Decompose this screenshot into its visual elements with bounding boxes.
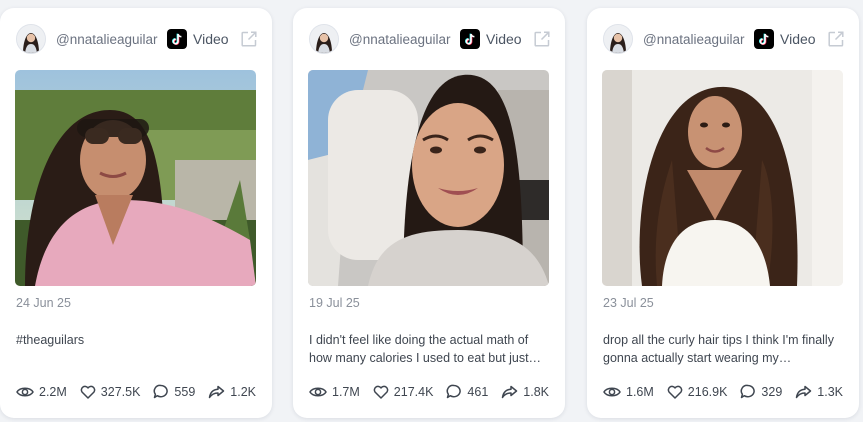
heart-icon [373, 385, 389, 399]
content-card-list: @nnatalieaguilar Video 24 Jun 25 #theagu… [0, 0, 863, 422]
engagement-stats: 2.2M 327.5K 559 1.2K [16, 384, 256, 399]
tiktok-icon [167, 29, 187, 49]
shares-count: 1.3K [817, 384, 843, 399]
comments-stat: 461 [446, 384, 488, 399]
shares-count: 1.8K [523, 384, 549, 399]
heart-icon [667, 385, 683, 399]
share-icon [502, 385, 518, 398]
comments-stat: 329 [740, 384, 782, 399]
comment-icon [154, 384, 169, 399]
video-thumbnail[interactable] [308, 70, 549, 286]
post-caption: drop all the curly hair tips I think I'm… [603, 333, 834, 365]
likes-stat: 327.5K [80, 384, 141, 399]
shares-stat: 1.2K [208, 385, 256, 399]
likes-count: 327.5K [100, 384, 141, 399]
views-stat: 1.7M [309, 385, 360, 399]
comments-count: 329 [761, 384, 783, 399]
card-header: @nnatalieaguilar Video [309, 24, 551, 54]
engagement-stats: 1.7M 217.4K 461 1.8K [309, 384, 549, 399]
content-type-label: Video [486, 31, 522, 47]
share-icon [796, 385, 812, 398]
avatar[interactable] [16, 24, 46, 54]
eye-icon [309, 387, 327, 396]
video-thumbnail[interactable] [602, 70, 843, 286]
username[interactable]: @nnatalieaguilar [56, 32, 161, 47]
shares-count: 1.2K [230, 384, 256, 399]
external-link-icon[interactable] [240, 30, 258, 48]
views-count: 1.6M [626, 384, 654, 399]
username[interactable]: @nnatalieaguilar [349, 32, 454, 47]
content-card[interactable]: @nnatalieaguilar Video [587, 8, 859, 418]
likes-stat: 216.9K [667, 384, 728, 399]
post-date: 24 Jun 25 [16, 296, 71, 310]
views-stat: 2.2M [16, 385, 67, 399]
card-header: @nnatalieaguilar Video [603, 24, 845, 54]
card-header: @nnatalieaguilar Video [16, 24, 258, 54]
comment-icon [447, 384, 462, 399]
engagement-stats: 1.6M 216.9K 329 1.3K [603, 384, 843, 399]
external-link-icon[interactable] [827, 30, 845, 48]
post-date: 23 Jul 25 [603, 296, 654, 310]
tiktok-icon [460, 29, 480, 49]
heart-icon [80, 385, 96, 399]
content-type-label: Video [193, 31, 229, 47]
content-card[interactable]: @nnatalieaguilar Video [0, 8, 272, 418]
post-caption: #theaguilars [16, 333, 85, 347]
eye-icon [16, 387, 34, 396]
comments-count: 559 [174, 384, 196, 399]
likes-count: 216.9K [687, 384, 728, 399]
username[interactable]: @nnatalieaguilar [643, 32, 748, 47]
comment-icon [741, 384, 756, 399]
views-count: 2.2M [39, 384, 67, 399]
tiktok-icon [754, 29, 774, 49]
views-count: 1.7M [332, 384, 360, 399]
avatar[interactable] [309, 24, 339, 54]
comments-count: 461 [467, 384, 489, 399]
likes-stat: 217.4K [373, 384, 434, 399]
share-icon [209, 385, 225, 398]
likes-count: 217.4K [393, 384, 434, 399]
shares-stat: 1.3K [795, 385, 843, 399]
content-type-label: Video [780, 31, 816, 47]
comments-stat: 559 [153, 384, 195, 399]
avatar[interactable] [603, 24, 633, 54]
eye-icon [603, 387, 621, 396]
video-thumbnail[interactable] [15, 70, 256, 286]
post-date: 19 Jul 25 [309, 296, 360, 310]
external-link-icon[interactable] [533, 30, 551, 48]
views-stat: 1.6M [603, 385, 654, 399]
content-card[interactable]: @nnatalieaguilar Video [293, 8, 565, 418]
post-caption: I didn't feel like doing the actual math… [309, 333, 542, 365]
shares-stat: 1.8K [501, 385, 549, 399]
